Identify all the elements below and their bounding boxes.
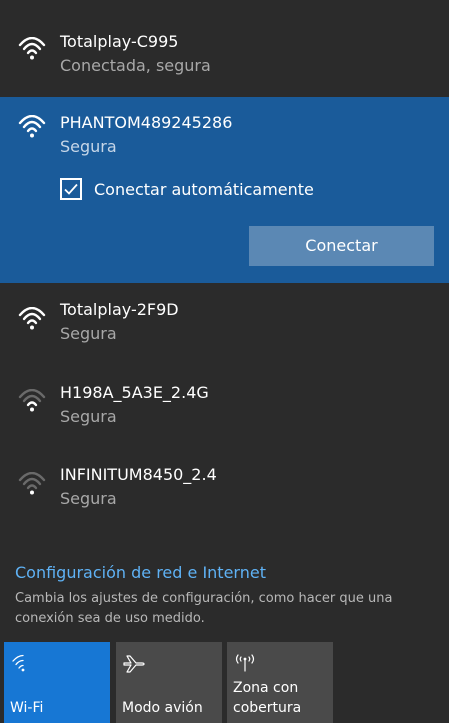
- network-ssid: PHANTOM489245286: [60, 113, 233, 132]
- quick-action-wifi[interactable]: Wi-Fi: [4, 642, 110, 723]
- auto-connect-checkbox-row[interactable]: Conectar automáticamente: [60, 176, 314, 202]
- network-item-h198a-5a3e-2-4g[interactable]: H198A_5A3E_2.4G Segura: [0, 372, 449, 442]
- quick-action-airplane-mode[interactable]: Modo avión: [116, 642, 222, 723]
- network-settings-link[interactable]: Configuración de red e Internet: [15, 563, 266, 582]
- network-item-totalplay-2f9d[interactable]: Totalplay-2F9D Segura: [0, 290, 449, 360]
- wifi-signal-icon: [18, 389, 46, 412]
- checkmark-icon: [64, 183, 78, 195]
- network-flyout: Totalplay-C995 Conectada, segura PHANTOM…: [0, 0, 449, 723]
- network-status: Segura: [60, 324, 117, 343]
- network-status: Segura: [60, 489, 117, 508]
- network-item-phantom489245286[interactable]: PHANTOM489245286 Segura Conectar automát…: [0, 97, 449, 283]
- wifi-signal-icon: [18, 472, 46, 495]
- network-ssid: H198A_5A3E_2.4G: [60, 383, 209, 402]
- network-ssid: INFINITUM8450_2.4: [60, 465, 217, 484]
- network-item-totalplay-c995[interactable]: Totalplay-C995 Conectada, segura: [0, 24, 449, 84]
- quick-action-mobile-hotspot[interactable]: Zona con cobertura: [227, 642, 333, 723]
- network-status: Conectada, segura: [60, 56, 211, 75]
- quick-action-label: Modo avión: [122, 700, 203, 716]
- auto-connect-checkbox[interactable]: [60, 178, 82, 200]
- network-item-infinitum8450-2-4[interactable]: INFINITUM8450_2.4 Segura: [0, 455, 449, 525]
- wifi-signal-icon: [18, 115, 46, 138]
- network-status: Segura: [60, 407, 117, 426]
- airplane-icon: [123, 655, 145, 673]
- network-ssid: Totalplay-C995: [60, 32, 179, 51]
- wifi-signal-icon: [18, 37, 46, 60]
- wifi-icon: [12, 654, 25, 672]
- quick-action-label: Zona con cobertura: [233, 680, 302, 716]
- network-status: Segura: [60, 137, 117, 156]
- quick-action-label: Wi-Fi: [10, 700, 44, 716]
- hotspot-icon: [235, 654, 255, 672]
- auto-connect-label: Conectar automáticamente: [94, 179, 314, 199]
- connect-button[interactable]: Conectar: [249, 226, 434, 266]
- network-ssid: Totalplay-2F9D: [60, 300, 179, 319]
- network-settings-description: Cambia los ajustes de configuración, com…: [15, 591, 393, 626]
- wifi-signal-icon: [18, 307, 46, 330]
